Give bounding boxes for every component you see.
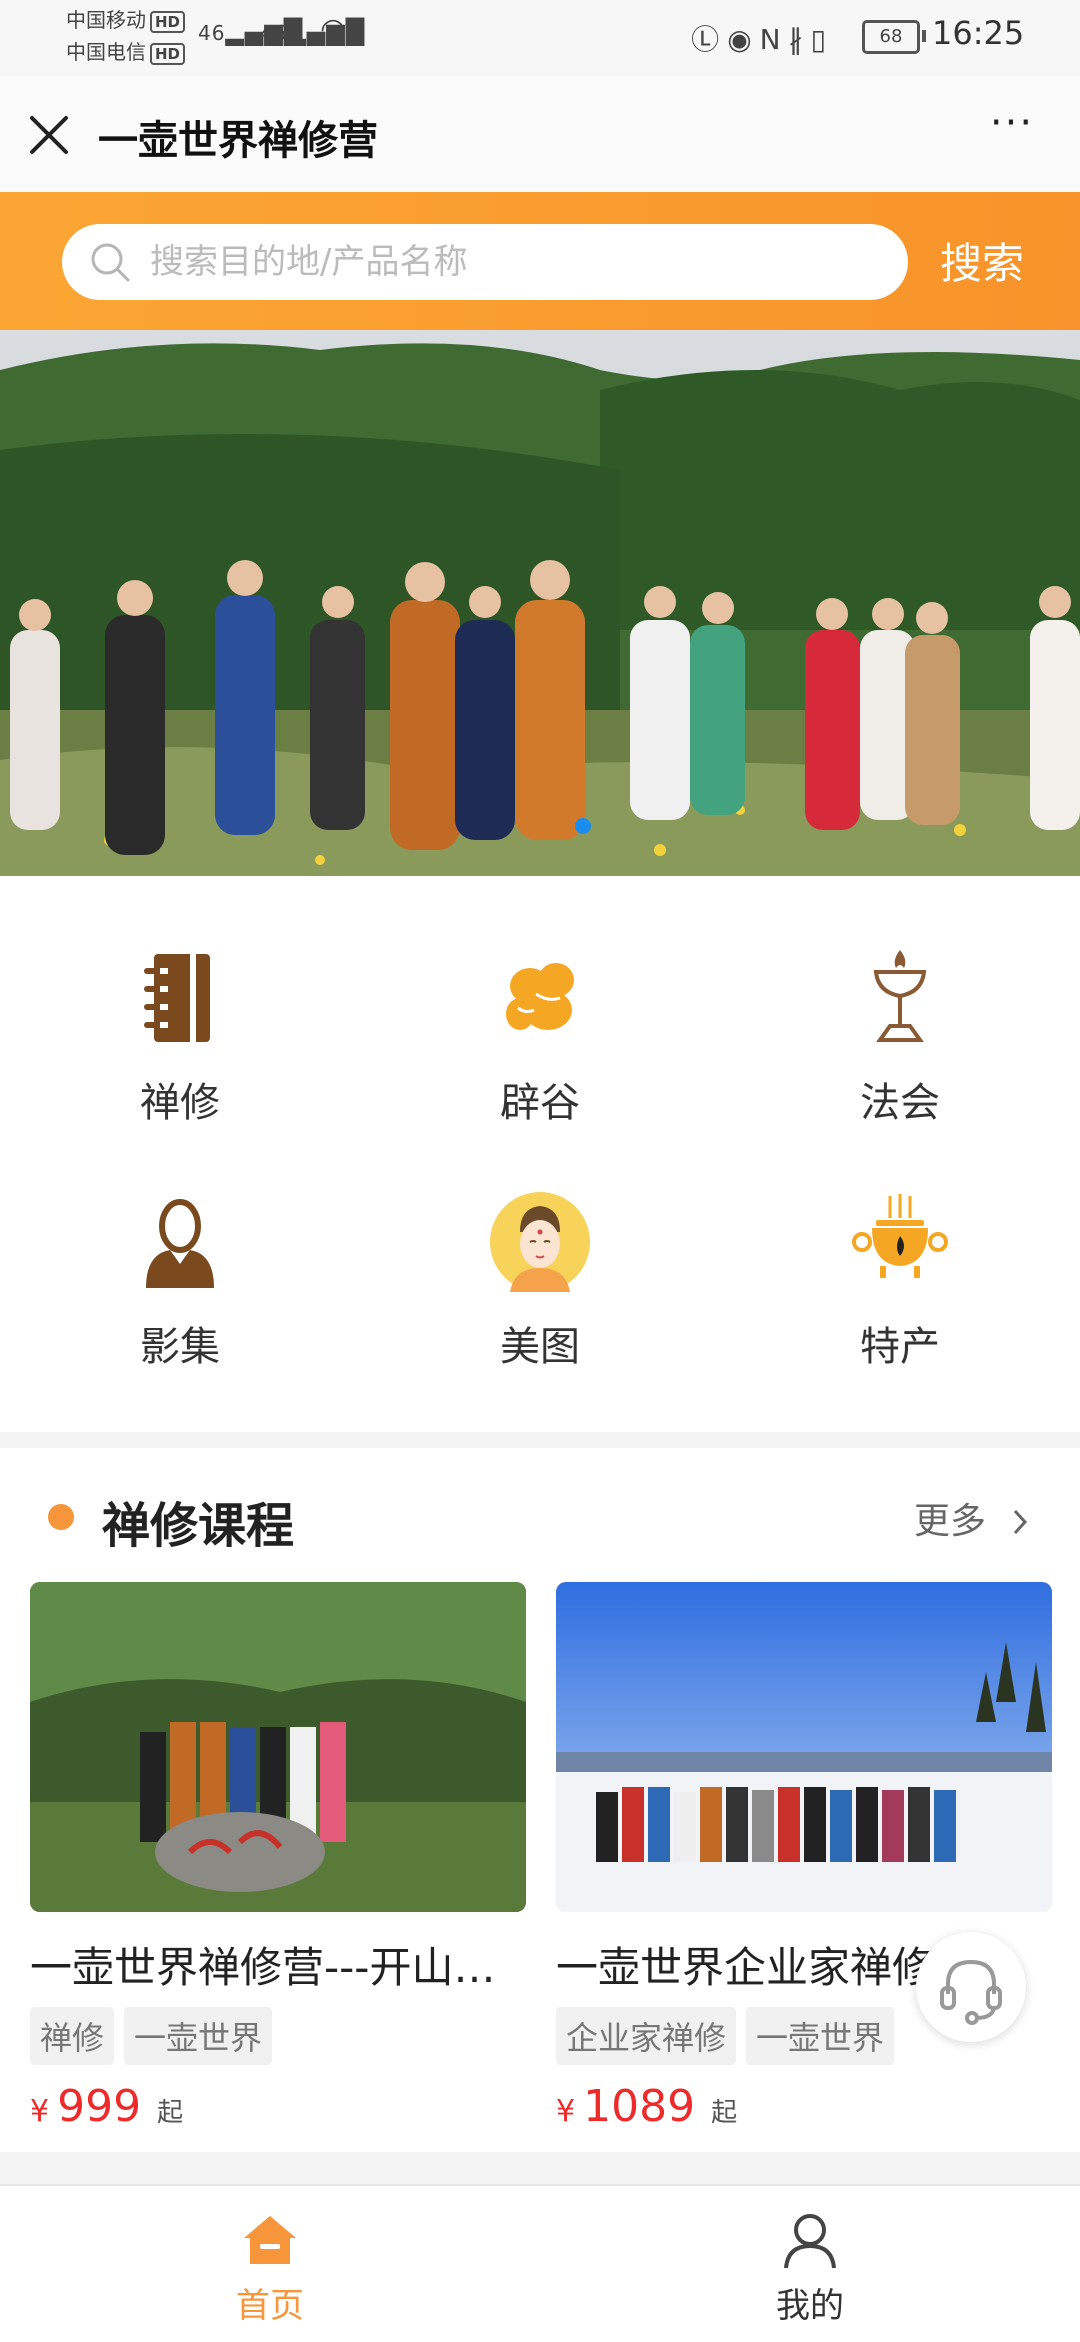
category-label: 影集 [140, 1324, 220, 1370]
category-techan[interactable]: 特产 [770, 1192, 1030, 1402]
more-dots-icon: ··· [989, 100, 1035, 146]
category-chanxiu[interactable]: 禅修 [50, 948, 310, 1158]
clock: 16:25 [932, 14, 1025, 52]
bluetooth-icon: ∦ [788, 23, 811, 56]
monk-icon [146, 1199, 214, 1288]
home-icon [244, 2216, 296, 2264]
more-link[interactable]: 更多 [914, 1492, 1031, 1544]
signal-2-label: 46 [260, 21, 288, 45]
category-label: 辟谷 [500, 1080, 580, 1126]
mountain-group-photo [0, 330, 1080, 876]
section-title: 禅修课程 [102, 1498, 295, 1554]
chevron-right-icon [1014, 1509, 1028, 1535]
hd-badge: HD [150, 11, 186, 33]
user-icon [784, 2214, 836, 2269]
search-icon [91, 243, 130, 282]
price: 999 [57, 2081, 142, 2132]
search-button[interactable]: 搜索 [940, 230, 1024, 291]
censer-icon [852, 1194, 948, 1278]
banner-image[interactable] [0, 330, 1080, 876]
course-card[interactable]: 一壶世界禅修营---开山… 禅修 一壶世界 ¥999 起 [30, 1582, 526, 2141]
incense-lamp-icon [873, 950, 927, 1042]
category-grid: 禅修 辟谷 法会 影集 美图 特产 [0, 876, 1080, 1432]
close-button[interactable] [24, 110, 74, 160]
more-label: 更多 [914, 1501, 987, 1542]
signal-2-icon: 46▂▄▆█ [260, 18, 366, 46]
category-meitu[interactable]: 美图 [410, 1192, 670, 1402]
section-dot-icon [48, 1504, 74, 1530]
carrier-2: 中国电信 HD [66, 38, 186, 66]
category-label: 禅修 [140, 1080, 220, 1126]
wifi-icon: ◠ [320, 12, 348, 47]
bottom-tab-bar: 首页 我的 [0, 2184, 1080, 2342]
category-label: 特产 [860, 1324, 940, 1370]
tab-home-label: 首页 [236, 2286, 304, 2326]
category-yingji[interactable]: 影集 [50, 1192, 310, 1402]
tag-list: 禅修 一壶世界 [30, 2007, 526, 2065]
status-bar: 中国移动 HD 中国电信 HD 46▂▄▆█ 46▂▄▆█ ◠ Ⓛ◉N∦▯ 68 1… [0, 0, 1080, 76]
course-image [30, 1582, 526, 1912]
n-icon: N [759, 23, 789, 56]
banner-indicator-dot[interactable] [575, 818, 591, 834]
tab-me[interactable]: 我的 [540, 2186, 1080, 2342]
tag: 禅修 [30, 2007, 115, 2065]
search-input[interactable] [148, 236, 892, 288]
course-card[interactable]: 一壶世界企业家禅修 企业家禅修 一壶世界 ¥1089 起 [556, 1582, 1052, 2141]
chanxiu-courses-section: 禅修课程 更多 一壶世界禅修营---开山… 禅修 一壶世界 ¥999 起 一壶世… [0, 1448, 1080, 2152]
category-label: 美图 [500, 1324, 580, 1370]
buddha-face-icon [490, 1192, 590, 1292]
nfc-icon: Ⓛ [691, 23, 728, 56]
price-suffix: 起 [157, 2098, 184, 2128]
headset-icon [940, 1959, 1002, 2025]
tag: 一壶世界 [746, 2007, 895, 2065]
category-fahui[interactable]: 法会 [770, 948, 1030, 1158]
carrier-1: 中国移动 HD [66, 6, 186, 34]
price: 1089 [583, 2081, 696, 2132]
price-row: ¥1089 起 [556, 2081, 1052, 2141]
category-label: 法会 [860, 1080, 940, 1126]
more-menu-button[interactable]: ··· [976, 103, 1048, 160]
search-bar: 搜索 [0, 192, 1080, 330]
signal-1-label: 46 [198, 21, 226, 45]
battery-level: 68 [879, 26, 903, 47]
close-icon [30, 116, 68, 154]
nav-bar: 一壶世界禅修营 ··· [0, 76, 1080, 192]
notebook-icon [144, 954, 210, 1042]
vibrate-icon: ▯ [810, 23, 834, 56]
tag: 企业家禅修 [556, 2007, 737, 2065]
page-title: 一壶世界禅修营 [98, 118, 378, 164]
price-row: ¥999 起 [30, 2081, 526, 2141]
status-icons: Ⓛ◉N∦▯ [691, 18, 834, 58]
customer-service-button[interactable] [916, 1932, 1026, 2042]
course-title: 一壶世界禅修营---开山… [30, 1943, 496, 1992]
tag: 一壶世界 [124, 2007, 273, 2065]
carrier-2-label: 中国电信 [66, 40, 146, 64]
currency-symbol: ¥ [556, 2094, 576, 2129]
grain-icon [506, 963, 574, 1030]
tab-home[interactable]: 首页 [0, 2186, 540, 2342]
eye-icon: ◉ [727, 23, 760, 56]
category-bigu[interactable]: 辟谷 [410, 948, 670, 1158]
tab-me-label: 我的 [776, 2286, 844, 2326]
carrier-1-label: 中国移动 [66, 8, 146, 32]
hd-badge: HD [150, 43, 186, 65]
course-image [556, 1582, 1052, 1912]
price-suffix: 起 [711, 2098, 738, 2128]
currency-symbol: ¥ [30, 2094, 50, 2129]
battery-icon: 68 [862, 20, 926, 54]
search-box[interactable] [62, 224, 908, 300]
